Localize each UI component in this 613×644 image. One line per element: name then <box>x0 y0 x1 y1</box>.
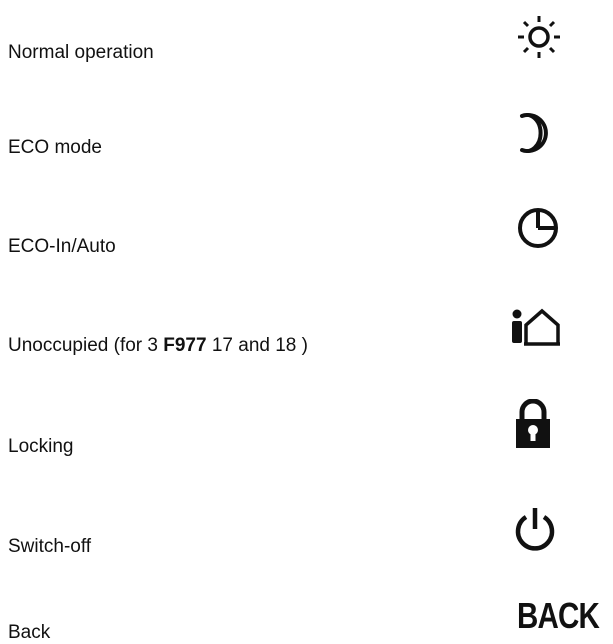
label-locking: Locking <box>8 436 74 457</box>
label-back: Back <box>8 622 51 643</box>
label-unoccupied-after: 17 and 18 ) <box>206 335 308 356</box>
lock-icon <box>516 399 550 448</box>
label-eco-mode: ECO mode <box>8 137 102 158</box>
sun-icon <box>518 16 560 58</box>
label-unoccupied-before: Unoccupied (for 3 <box>8 335 164 356</box>
label-unoccupied: Unoccupied (for 3 F977 17 and 18 ) <box>8 335 308 357</box>
power-icon <box>515 508 555 551</box>
label-unoccupied-code: F977 <box>163 335 207 356</box>
moon-icon <box>520 113 548 153</box>
person-house-icon <box>512 308 560 346</box>
label-normal-operation: Normal operation <box>8 42 154 63</box>
back-icon: BACK <box>517 595 600 636</box>
clock-icon <box>518 208 558 248</box>
label-eco-in-auto: ECO-In/Auto <box>8 236 116 257</box>
label-switch-off: Switch-off <box>8 536 92 557</box>
